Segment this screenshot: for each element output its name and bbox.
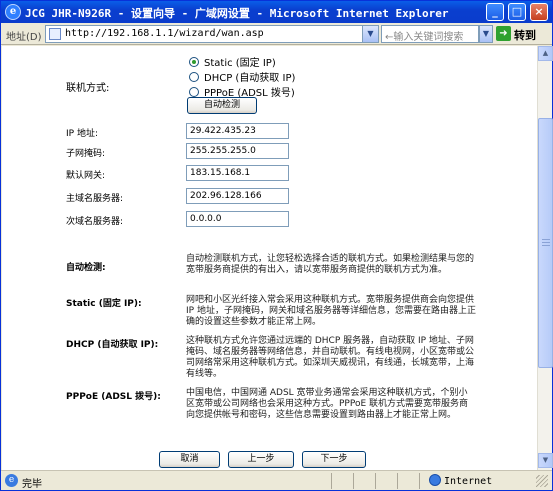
go-label[interactable]: 转到 xyxy=(514,27,536,43)
default-gateway-field[interactable]: 183.15.168.1 xyxy=(186,165,289,181)
help-desc-auto-detect: 自动检测联机方式，让您轻松选择合适的联机方式。如果检测结果与您的宽带服务商提供的… xyxy=(186,254,475,275)
scroll-up-icon[interactable]: ▲ xyxy=(538,46,553,61)
maximize-icon[interactable]: □ xyxy=(508,3,526,21)
address-input[interactable]: http://192.168.1.1/wizard/wan.asp xyxy=(45,25,363,43)
scroll-grip-line xyxy=(542,245,550,246)
vertical-scrollbar[interactable]: ▲ ▼ xyxy=(537,46,553,470)
radio-static[interactable]: Static (固定 IP) xyxy=(189,54,276,69)
radio-static-label[interactable]: Static (固定 IP) xyxy=(204,58,276,69)
go-arrow-icon[interactable]: ➜ xyxy=(496,26,511,41)
status-divider xyxy=(353,473,354,489)
help-desc-dhcp: 这种联机方式允许您通过远端的 DHCP 服务器，自动获取 IP 地址、子网掩码、… xyxy=(186,336,475,379)
status-divider xyxy=(331,473,332,489)
radio-dhcp[interactable]: DHCP (自动获取 IP) xyxy=(189,69,295,84)
status-bar: e 完毕 Internet xyxy=(1,470,552,490)
go-button[interactable]: ➜ 转到 xyxy=(496,25,540,43)
page-icon xyxy=(49,28,61,40)
primary-dns-field[interactable]: 202.96.128.166 xyxy=(186,188,289,204)
subnet-mask-label: 子网掩码: xyxy=(66,149,106,159)
radio-pppoe[interactable]: PPPoE (ADSL 拨号) xyxy=(189,84,295,99)
close-icon[interactable]: × xyxy=(530,3,548,21)
status-divider xyxy=(375,473,376,489)
radio-static-icon[interactable] xyxy=(189,57,199,67)
radio-dhcp-label[interactable]: DHCP (自动获取 IP) xyxy=(204,73,295,84)
radio-pppoe-icon[interactable] xyxy=(189,87,199,97)
ie-status-icon: e xyxy=(5,474,18,487)
help-term-static: Static (固定 IP): xyxy=(66,299,142,309)
search-dropdown-icon[interactable]: ▼ xyxy=(479,25,493,43)
address-dropdown-icon[interactable]: ▼ xyxy=(363,25,379,43)
address-bar: 地址(D) http://192.168.1.1/wizard/wan.asp … xyxy=(1,23,552,45)
search-placeholder: ←输入关键词搜索 xyxy=(385,32,464,43)
security-zone: Internet xyxy=(429,474,492,487)
address-url[interactable]: http://192.168.1.1/wizard/wan.asp xyxy=(65,28,264,39)
zone-label: Internet xyxy=(444,476,493,487)
resize-grip-icon[interactable] xyxy=(536,475,548,487)
minimize-icon[interactable]: _ xyxy=(486,3,504,21)
ie-app-icon: e xyxy=(5,4,21,20)
internet-zone-icon xyxy=(429,474,441,486)
next-button[interactable]: 下一步 xyxy=(302,451,366,468)
help-desc-static: 网吧和小区光纤接入常会采用这种联机方式。宽带服务提供商会向您提供 IP 地址，子… xyxy=(186,295,476,327)
status-divider xyxy=(397,473,398,489)
status-text: 完毕 xyxy=(22,479,42,490)
help-term-dhcp: DHCP (自动获取 IP): xyxy=(66,340,159,350)
help-desc-pppoe: 中国电信，中国网通 ADSL 宽带业务通常会采用这种联机方式，个别小区宽带或公司… xyxy=(186,388,469,420)
scroll-grip-line xyxy=(542,242,550,243)
radio-dhcp-icon[interactable] xyxy=(189,72,199,82)
ip-address-field[interactable]: 29.422.435.23 xyxy=(186,123,289,139)
help-term-pppoe: PPPoE (ADSL 拨号): xyxy=(66,392,161,402)
status-divider xyxy=(419,473,420,489)
subnet-mask-field[interactable]: 255.255.255.0 xyxy=(186,143,289,159)
auto-detect-button[interactable]: 自动检测 xyxy=(187,97,257,114)
default-gateway-label: 默认网关: xyxy=(66,171,106,181)
ie-window: e JCG JHR-N926R - 设置向导 - 广域网设置 - Microso… xyxy=(0,0,553,491)
scroll-grip-line xyxy=(542,239,550,240)
ip-address-label: IP 地址: xyxy=(66,129,98,139)
connection-type-label: 联机方式: xyxy=(66,83,110,94)
prev-button[interactable]: 上一步 xyxy=(228,451,294,468)
page-content: 联机方式: Static (固定 IP) DHCP (自动获取 IP) PPPo… xyxy=(2,46,537,470)
primary-dns-label: 主域名服务器: xyxy=(66,194,124,204)
title-bar[interactable]: e JCG JHR-N926R - 设置向导 - 广域网设置 - Microso… xyxy=(1,1,552,23)
scroll-thumb[interactable] xyxy=(538,118,553,368)
secondary-dns-field[interactable]: 0.0.0.0 xyxy=(186,211,289,227)
secondary-dns-label: 次域名服务器: xyxy=(66,217,124,227)
help-term-auto-detect: 自动检测: xyxy=(66,263,106,273)
window-title: JCG JHR-N926R - 设置向导 - 广域网设置 - Microsoft… xyxy=(25,7,449,20)
cancel-button[interactable]: 取消 xyxy=(159,451,220,468)
scroll-down-icon[interactable]: ▼ xyxy=(538,453,553,468)
search-input[interactable]: ←输入关键词搜索 xyxy=(381,25,479,43)
address-label: 地址(D) xyxy=(6,32,42,43)
